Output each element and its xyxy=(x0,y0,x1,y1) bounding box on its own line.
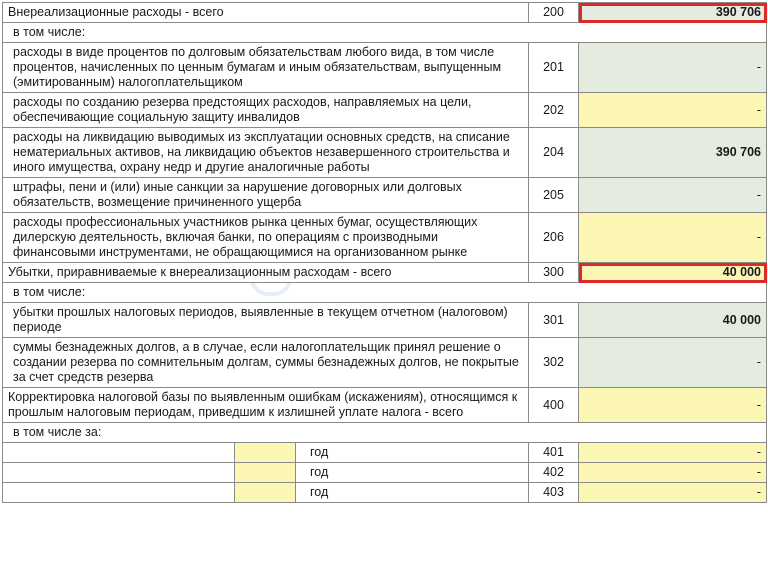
row-code: 201 xyxy=(528,42,579,93)
row-value[interactable]: - xyxy=(578,482,767,503)
table-row: Убытки, приравниваемые к внереализационн… xyxy=(2,262,767,283)
row-code: 402 xyxy=(528,462,579,483)
table-row: расходы на ликвидацию выводимых из экспл… xyxy=(2,127,767,178)
year-label: год xyxy=(295,482,529,503)
row-value[interactable]: 40 000 xyxy=(578,262,767,283)
year-input[interactable] xyxy=(234,462,296,483)
year-input[interactable] xyxy=(234,442,296,463)
year-input[interactable] xyxy=(234,482,296,503)
year-label: год xyxy=(295,462,529,483)
row-value[interactable]: - xyxy=(578,462,767,483)
subheading: в том числе: xyxy=(2,282,767,303)
row-label: расходы в виде процентов по долговым обя… xyxy=(2,42,529,93)
table-row: год 401 - xyxy=(2,442,767,463)
row-code: 202 xyxy=(528,92,579,128)
table-row: штрафы, пени и (или) иные санкции за нар… xyxy=(2,177,767,213)
table-row: в том числе за: xyxy=(2,422,767,443)
row-label: убытки прошлых налоговых периодов, выявл… xyxy=(2,302,529,338)
row-code: 204 xyxy=(528,127,579,178)
table-row: год 403 - xyxy=(2,482,767,503)
table-row: Корректировка налоговой базы по выявленн… xyxy=(2,387,767,423)
expenses-table: Внереализационные расходы - всего 200 39… xyxy=(2,2,767,503)
row-label: расходы по созданию резерва предстоящих … xyxy=(2,92,529,128)
row-code: 205 xyxy=(528,177,579,213)
row-value[interactable]: 390 706 xyxy=(578,2,767,23)
subheading: в том числе за: xyxy=(2,422,767,443)
blank-cell xyxy=(2,462,235,483)
table-row: расходы в виде процентов по долговым обя… xyxy=(2,42,767,93)
row-label: расходы на ликвидацию выводимых из экспл… xyxy=(2,127,529,178)
table-row: Внереализационные расходы - всего 200 39… xyxy=(2,2,767,23)
row-value[interactable]: - xyxy=(578,212,767,263)
row-value[interactable]: - xyxy=(578,42,767,93)
blank-cell xyxy=(2,482,235,503)
row-value[interactable]: 390 706 xyxy=(578,127,767,178)
row-code: 400 xyxy=(528,387,579,423)
row-code: 302 xyxy=(528,337,579,388)
row-code: 403 xyxy=(528,482,579,503)
table-row: суммы безнадежных долгов, а в случае, ес… xyxy=(2,337,767,388)
row-label: расходы профессиональных участников рынк… xyxy=(2,212,529,263)
row-code: 206 xyxy=(528,212,579,263)
row-label: Корректировка налоговой базы по выявленн… xyxy=(2,387,529,423)
table-row: расходы профессиональных участников рынк… xyxy=(2,212,767,263)
row-code: 301 xyxy=(528,302,579,338)
row-label: суммы безнадежных долгов, а в случае, ес… xyxy=(2,337,529,388)
subheading: в том числе: xyxy=(2,22,767,43)
year-label: год xyxy=(295,442,529,463)
row-value[interactable]: - xyxy=(578,442,767,463)
table-row: расходы по созданию резерва предстоящих … xyxy=(2,92,767,128)
row-value[interactable]: - xyxy=(578,337,767,388)
row-code: 401 xyxy=(528,442,579,463)
row-label: Убытки, приравниваемые к внереализационн… xyxy=(2,262,529,283)
row-value[interactable]: - xyxy=(578,92,767,128)
row-value[interactable]: 40 000 xyxy=(578,302,767,338)
blank-cell xyxy=(2,442,235,463)
row-label: штрафы, пени и (или) иные санкции за нар… xyxy=(2,177,529,213)
table-row: в том числе: xyxy=(2,22,767,43)
table-row: в том числе: xyxy=(2,282,767,303)
table-row: убытки прошлых налоговых периодов, выявл… xyxy=(2,302,767,338)
row-label: Внереализационные расходы - всего xyxy=(2,2,529,23)
row-code: 200 xyxy=(528,2,579,23)
row-code: 300 xyxy=(528,262,579,283)
table-row: год 402 - xyxy=(2,462,767,483)
row-value[interactable]: - xyxy=(578,387,767,423)
row-value[interactable]: - xyxy=(578,177,767,213)
